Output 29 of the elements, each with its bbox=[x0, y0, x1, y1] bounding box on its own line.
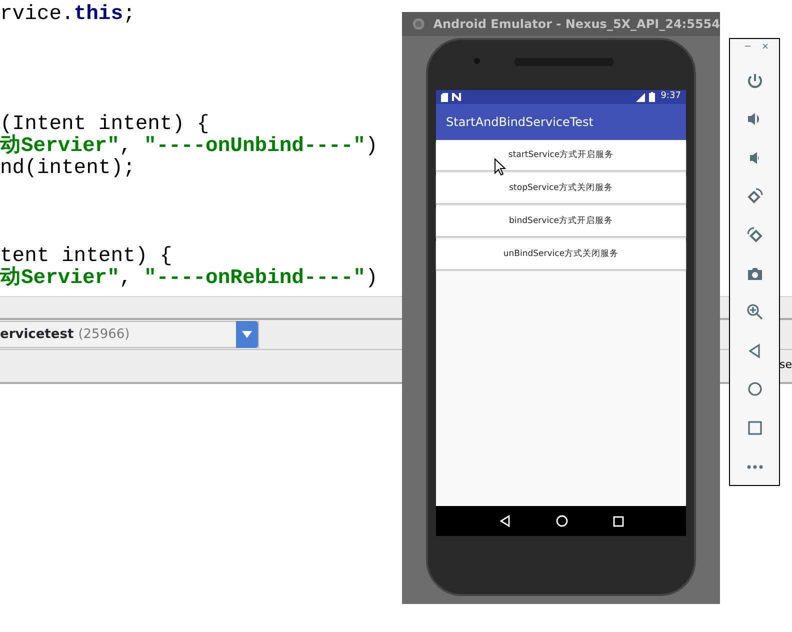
window-title: Android Emulator - Nexus_5X_API_24:5554 bbox=[433, 17, 720, 31]
overview-icon[interactable] bbox=[612, 516, 624, 526]
sd-card-icon bbox=[441, 92, 448, 102]
power-icon[interactable] bbox=[746, 72, 764, 90]
caret-icon bbox=[242, 331, 252, 338]
back-icon[interactable] bbox=[498, 515, 510, 527]
app-title: StartAndBindServiceTest bbox=[446, 114, 594, 131]
code-line: 动Servier", "----onRebind----") bbox=[0, 268, 378, 290]
code-line: 动Servier", "----onUnbind----") bbox=[0, 136, 378, 158]
code-line: nd(intent); bbox=[0, 158, 136, 180]
status-time: 9:37 bbox=[660, 90, 681, 104]
rotate-right-icon[interactable] bbox=[746, 226, 764, 244]
service-button[interactable]: bindService方式开启服务 bbox=[436, 207, 686, 237]
cursor-icon bbox=[494, 158, 506, 176]
notification-icon bbox=[452, 93, 461, 101]
rotate-left-icon[interactable] bbox=[746, 187, 764, 206]
minimize-button[interactable]: − bbox=[744, 42, 752, 52]
service-button[interactable]: stopService方式关闭服务 bbox=[436, 174, 686, 204]
battery-icon bbox=[648, 92, 655, 102]
close-button[interactable]: × bbox=[762, 42, 770, 52]
dropdown-button[interactable] bbox=[236, 321, 258, 348]
signal-icon bbox=[636, 92, 645, 102]
home-icon[interactable] bbox=[556, 515, 568, 527]
service-button[interactable]: unBindService方式关闭服务 bbox=[436, 240, 686, 270]
camera-dot bbox=[474, 58, 480, 64]
service-button[interactable]: startService方式开启服务 bbox=[436, 141, 686, 171]
process-dropdown[interactable]: ervicetest (25966) bbox=[0, 321, 259, 348]
code-line: rvice.this; bbox=[0, 4, 136, 26]
zoom-icon[interactable] bbox=[746, 303, 764, 322]
